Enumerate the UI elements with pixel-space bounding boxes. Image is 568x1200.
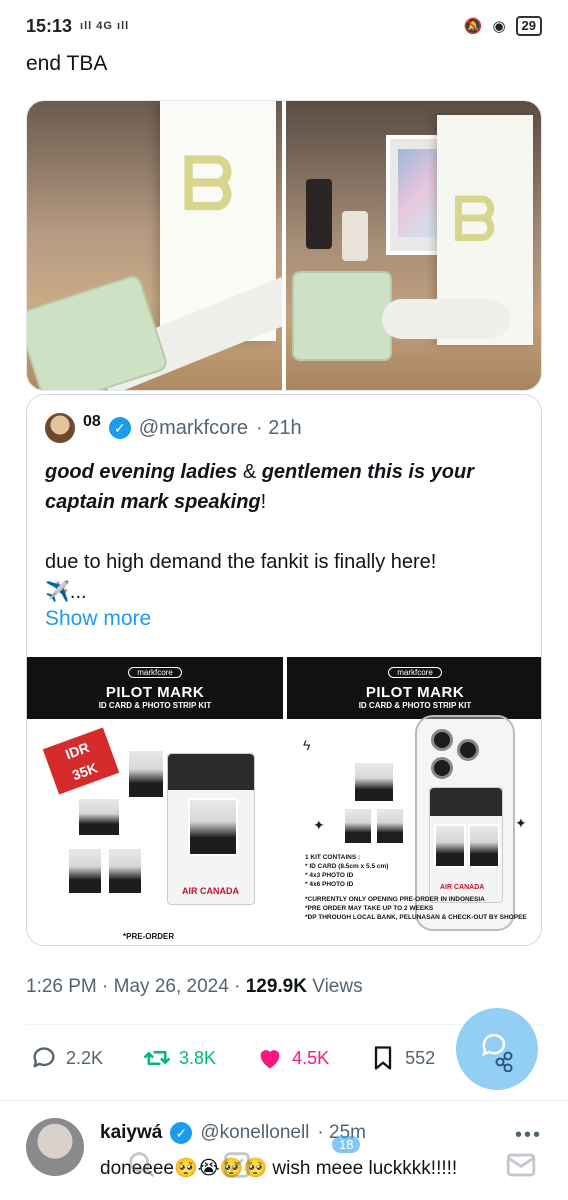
status-right: 🔕 ◉ 29	[464, 16, 542, 36]
photo-strip	[343, 807, 373, 845]
show-more-link[interactable]: Show more	[45, 607, 151, 631]
bookmark-icon	[374, 1046, 392, 1070]
perfume-bottle	[342, 211, 368, 261]
quote-author-handle[interactable]: @markfcore	[139, 417, 248, 440]
notification-badge: 18	[332, 1136, 361, 1153]
network-type: 4G	[96, 20, 113, 32]
battery-icon: 29	[515, 16, 542, 36]
like-button[interactable]: 4.5K	[256, 1044, 329, 1072]
avatar[interactable]	[45, 413, 75, 443]
kit-contents-item: * 4x3 PHOTO ID	[305, 872, 354, 879]
retweet-icon	[144, 1050, 170, 1066]
kit-note: *DP THROUGH LOCAL BANK, PELUNASAN & CHEC…	[305, 914, 527, 921]
camera-lens-icon	[431, 729, 453, 751]
kit-contents-item: * ID CARD (8.5cm x 5.5 cm)	[305, 863, 389, 870]
doodle-icon: ϟ	[303, 737, 311, 753]
camera-lens-icon	[457, 739, 479, 761]
status-bar: 15:13 ıll 4G ıll 🔕 ◉ 29	[0, 0, 568, 52]
tweet-text: end TBA	[26, 52, 108, 75]
star-icon: ✦	[515, 815, 527, 831]
reply-count: 2.2K	[66, 1047, 104, 1068]
retweet-button[interactable]: 3.8K	[143, 1044, 216, 1072]
lightstick-head	[27, 273, 170, 390]
status-left: 15:13 ıll 4G ıll	[26, 16, 129, 37]
bookmark-count: 552	[405, 1047, 436, 1068]
kit-subtitle: ID CARD & PHOTO STRIP KIT	[358, 701, 472, 710]
quote-media[interactable]: markfcore PILOT MARK ID CARD & PHOTO STR…	[27, 657, 541, 945]
media-photo-2[interactable]: ᗷ	[286, 101, 541, 390]
kit-brand: markfcore	[128, 667, 182, 678]
kit-contents-item: * 4x6 PHOTO ID	[305, 881, 354, 888]
price-badge: IDR 35K	[42, 727, 120, 795]
photo-strip	[127, 749, 165, 799]
photo-strip	[353, 761, 395, 803]
lightstick-head	[292, 271, 392, 361]
photo-strip	[107, 847, 143, 895]
reply-author-name[interactable]: kaiywá	[100, 1122, 162, 1144]
brand-logo-mark: ᗷ	[453, 185, 497, 255]
reply-header: kaiywá ✓ @konellonell · 25m	[100, 1122, 366, 1144]
reply-button[interactable]: 2.2K	[30, 1044, 103, 1072]
clock: 15:13	[26, 15, 73, 36]
floating-compose-button[interactable]	[456, 1008, 538, 1090]
kit-subtitle: ID CARD & PHOTO STRIP KIT	[98, 701, 212, 710]
kit-note: *CURRENTLY ONLY OPENING PRE-ORDER IN IND…	[305, 896, 485, 903]
kit-brand: markfcore	[388, 667, 442, 678]
pre-order-label: *PRE-ORDER	[123, 932, 175, 941]
mute-icon: 🔕	[463, 18, 483, 35]
quote-text-bold: good evening ladies	[45, 461, 238, 483]
nav-messages-icon[interactable]	[504, 1148, 538, 1182]
photo-strip	[77, 797, 121, 837]
kit-title: PILOT MARK	[365, 684, 465, 701]
reply-icon	[33, 1047, 55, 1068]
airline-label: AIR CANADA	[182, 886, 239, 896]
photo-strip	[67, 847, 103, 895]
verified-badge-icon: ✓	[108, 417, 131, 439]
bookmark-button[interactable]: 552	[369, 1044, 435, 1072]
reply-text: doneeee🥺😭🥺🥺 wish meee luckkkk!!!!!	[100, 1158, 458, 1179]
tweet-date[interactable]: May 26, 2024	[114, 976, 229, 997]
star-icon: ✦	[313, 817, 325, 833]
lightstick-handle	[382, 299, 510, 339]
quote-text-line: ✈️...	[45, 581, 87, 603]
quote-text-line: due to high demand the fankit is finally…	[45, 551, 437, 573]
share-icon	[482, 1033, 513, 1072]
kit-title: PILOT MARK	[105, 684, 205, 701]
like-count: 4.5K	[292, 1047, 330, 1068]
data-saver-icon: ◉	[492, 18, 506, 35]
tweet-timestamp: 1:26 PM · May 26, 2024 · 129.9K Views	[26, 976, 363, 997]
quote-author-name[interactable]: 08	[83, 413, 101, 431]
kit-note: *PRE ORDER MAY TAKE UP TO 2 WEEKS	[305, 905, 434, 912]
kit-image-1[interactable]: markfcore PILOT MARK ID CARD & PHOTO STR…	[27, 657, 283, 945]
camera-lens-icon	[431, 757, 453, 779]
heart-icon	[260, 1050, 280, 1069]
perfume-bottle	[306, 179, 332, 249]
more-options-icon[interactable]: •••	[515, 1124, 542, 1147]
tweet-time[interactable]: 1:26 PM	[26, 976, 97, 997]
kit-header-band: markfcore PILOT MARK ID CARD & PHOTO STR…	[287, 657, 541, 719]
kit-header-band: markfcore PILOT MARK ID CARD & PHOTO STR…	[27, 657, 283, 719]
photo-strip	[375, 807, 405, 845]
kit-image-2[interactable]: markfcore PILOT MARK ID CARD & PHOTO STR…	[287, 657, 541, 945]
retweet-count: 3.8K	[179, 1047, 217, 1068]
media-photo-1[interactable]: ᗷ	[27, 101, 282, 390]
tweet-media[interactable]: ᗷ ᗷ	[26, 100, 542, 391]
views-label: Views	[312, 976, 363, 997]
id-card: AIR CANADA	[167, 753, 255, 905]
brand-logo-mark: ᗷ	[182, 141, 234, 226]
reply-author-handle[interactable]: @konellonell	[200, 1122, 309, 1144]
divider	[0, 1100, 568, 1101]
quoted-tweet[interactable]: 08 ✓ @markfcore · 21h good evening ladie…	[26, 394, 542, 946]
action-bar: 2.2K 3.8K 4.5K 552	[30, 1044, 500, 1072]
kit-contents-title: 1 KIT CONTAINS :	[305, 854, 361, 861]
quote-header: 08 ✓ @markfcore · 21h	[45, 413, 302, 443]
quote-time: · 21h	[256, 416, 302, 439]
views-count: 129.9K	[245, 976, 307, 997]
verified-badge-icon: ✓	[170, 1122, 193, 1144]
avatar[interactable]	[26, 1118, 84, 1176]
signal-icon: ıll 4G ıll	[80, 20, 130, 32]
id-photo	[188, 798, 238, 856]
kit-contents: 1 KIT CONTAINS : * ID CARD (8.5cm x 5.5 …	[305, 853, 527, 922]
quote-text: good evening ladies & gentlemen this is …	[45, 457, 525, 607]
